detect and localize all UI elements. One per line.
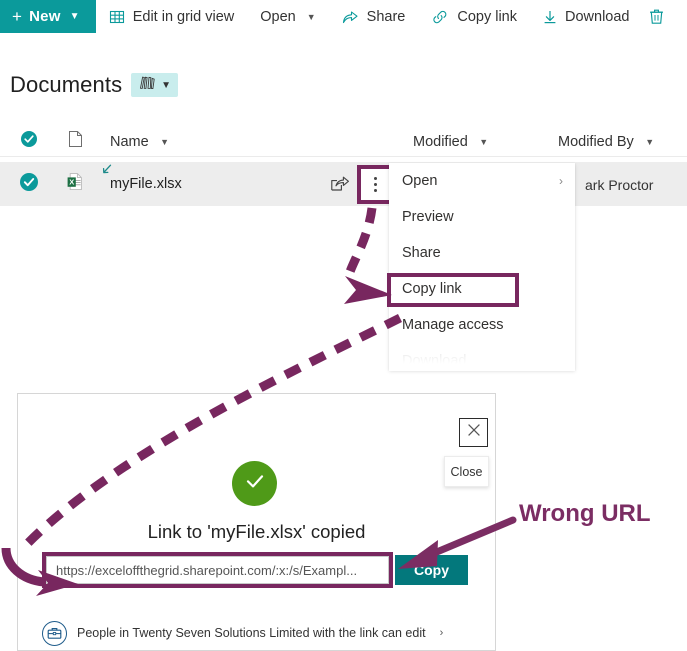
close-tooltip: Close	[444, 456, 489, 487]
menu-item-preview[interactable]: Preview	[389, 199, 575, 235]
more-actions-button[interactable]	[357, 165, 393, 204]
menu-label-open: Open	[402, 173, 438, 189]
success-indicator	[232, 461, 277, 506]
dialog-heading: Link to 'myFile.xlsx' copied	[147, 521, 366, 542]
permission-setting-row[interactable]: People in Twenty Seven Solutions Limited…	[42, 618, 462, 648]
view-switcher-button[interactable]: ▼	[131, 73, 179, 97]
command-bar: + New ▼ Edit in grid view Open ▼ Share C…	[0, 0, 687, 33]
menu-item-open[interactable]: Open ›	[389, 163, 575, 199]
checkmark-icon	[242, 468, 268, 499]
excel-icon: X	[67, 172, 84, 196]
cmd-label-download: Download	[565, 8, 630, 25]
close-icon	[466, 422, 482, 443]
row-checkbox[interactable]	[0, 172, 58, 197]
share-button[interactable]: Share	[329, 0, 419, 33]
chevron-down-icon: ▼	[69, 11, 80, 22]
modified-column-label: Modified	[413, 133, 468, 150]
download-icon	[543, 9, 557, 25]
menu-label-download: Download	[402, 353, 467, 369]
document-icon	[68, 130, 83, 153]
cmd-label-open: Open	[260, 8, 296, 25]
chevron-down-icon: ▼	[160, 136, 170, 147]
type-column-header[interactable]	[58, 130, 93, 153]
modified-by-column-header[interactable]: Modified By ▼	[558, 133, 687, 151]
cmd-label-share: Share	[366, 8, 406, 25]
modified-by-value: ark Proctor	[585, 177, 654, 193]
dashed-arrow-kebab-to-copylink	[343, 207, 377, 280]
svg-text:X: X	[69, 178, 74, 187]
row-share-icon[interactable]	[330, 174, 350, 197]
copy-link-highlight-box	[387, 273, 519, 307]
copy-link-button[interactable]: Copy link	[418, 0, 530, 33]
close-button[interactable]	[459, 418, 488, 447]
list-header-row: Name ▼ Modified ▼ Modified By ▼	[0, 127, 687, 157]
chevron-down-icon: ▼	[479, 136, 489, 147]
menu-label-manage-access: Manage access	[402, 317, 504, 333]
library-title-row: Documents ▼	[10, 72, 179, 98]
arrowhead-copylink	[344, 276, 392, 304]
edit-in-grid-view-button[interactable]: Edit in grid view	[96, 0, 248, 33]
cmd-label-copy-link: Copy link	[457, 8, 517, 25]
chevron-down-icon: ▼	[161, 79, 172, 91]
url-highlight-box: https://exceloffthegrid.sharepoint.com/:…	[42, 552, 393, 588]
download-button[interactable]: Download	[530, 0, 643, 33]
permission-label: People in Twenty Seven Solutions Limited…	[77, 626, 426, 640]
cmd-label-edit-grid: Edit in grid view	[132, 8, 235, 25]
grid-icon	[109, 9, 125, 25]
select-all-checkbox[interactable]	[0, 130, 58, 153]
briefcase-icon	[42, 620, 67, 646]
name-column-header[interactable]: Name ▼	[93, 133, 413, 151]
page-title: Documents	[10, 72, 123, 97]
chevron-right-icon: ›	[439, 627, 444, 639]
trash-icon	[649, 8, 664, 25]
link-icon	[431, 9, 449, 25]
plus-icon: +	[12, 7, 23, 26]
file-context-menu: Open › Preview Share Copy link Manage ac…	[389, 163, 575, 370]
name-column-label: Name	[110, 133, 149, 150]
modified-column-header[interactable]: Modified ▼	[413, 133, 558, 151]
menu-item-download[interactable]: Download	[389, 343, 575, 370]
books-icon	[138, 75, 157, 95]
share-icon	[342, 9, 359, 25]
modified-by-column-label: Modified By	[558, 133, 634, 150]
menu-item-share[interactable]: Share	[389, 235, 575, 271]
wrong-url-annotation: Wrong URL	[519, 500, 651, 527]
open-button[interactable]: Open ▼	[247, 0, 328, 33]
chevron-down-icon: ▼	[306, 11, 316, 22]
copy-button[interactable]: Copy	[395, 555, 468, 585]
chevron-down-icon: ▼	[645, 136, 655, 147]
more-vertical-icon	[361, 169, 389, 200]
new-button-label: New	[29, 8, 61, 25]
menu-item-manage-access[interactable]: Manage access	[389, 307, 575, 343]
delete-button[interactable]	[643, 0, 670, 33]
shared-arrow-icon	[101, 164, 114, 178]
file-name-label: myFile.xlsx	[110, 176, 182, 192]
share-url-field[interactable]: https://exceloffthegrid.sharepoint.com/:…	[46, 556, 389, 584]
menu-label-share: Share	[402, 245, 441, 261]
new-button[interactable]: + New ▼	[0, 0, 96, 33]
check-circle-icon	[19, 172, 39, 197]
check-circle-icon	[20, 130, 38, 153]
menu-label-preview: Preview	[402, 209, 454, 225]
excel-file-type: X	[58, 172, 93, 196]
chevron-right-icon: ›	[559, 174, 563, 188]
